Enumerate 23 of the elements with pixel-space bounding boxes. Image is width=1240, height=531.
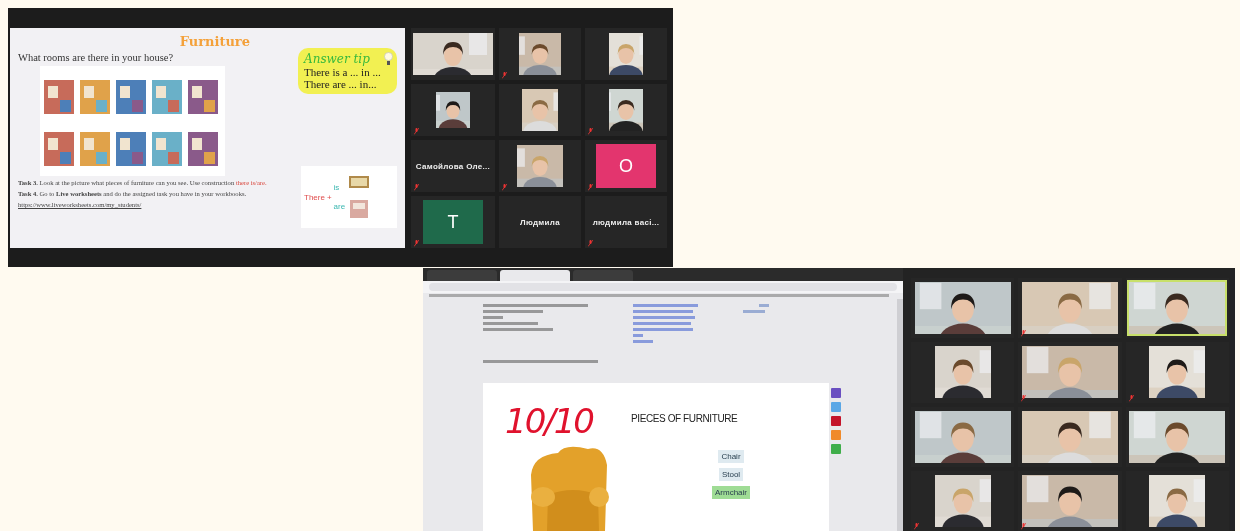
answer-option[interactable]: Chair xyxy=(718,450,744,463)
participant-name: Людмила xyxy=(520,217,560,227)
score-annotation: 10/10 xyxy=(505,401,593,441)
answer-option[interactable]: Stool xyxy=(718,468,744,481)
worksheet-title: PIECES OF FURNITURE xyxy=(630,413,739,424)
tip-heading: Answer tip xyxy=(304,52,370,66)
browser-tab[interactable] xyxy=(427,270,497,281)
avatar-tile: O xyxy=(596,144,656,188)
lightbulb-icon xyxy=(384,52,393,66)
verb-form: is xyxy=(333,183,341,192)
plus-sign: + xyxy=(326,192,332,202)
tip-line: There is a ... in ... xyxy=(304,66,382,78)
answer-option[interactable]: Armchair xyxy=(712,486,750,499)
participant-name: людмила васі... xyxy=(592,217,660,227)
slide-title: Furniture xyxy=(178,34,251,49)
participant-name: Самойлова Оле... xyxy=(415,161,491,171)
tip-line: There are ... in... xyxy=(304,78,378,90)
verb-form: are xyxy=(333,202,346,211)
slide-question: What rooms are there in your house? xyxy=(18,52,175,63)
browser-tab[interactable] xyxy=(573,270,633,281)
there-word: There xyxy=(304,192,325,202)
browser-tab[interactable] xyxy=(500,270,570,281)
avatar-tile: T xyxy=(423,200,483,244)
